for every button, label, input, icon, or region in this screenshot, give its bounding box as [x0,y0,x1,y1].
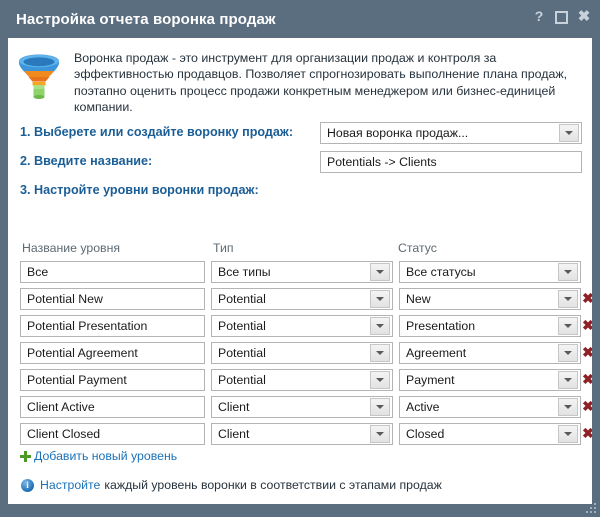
chevron-down-icon[interactable] [558,371,578,389]
level-type-value: Potential [218,292,266,306]
resize-grip[interactable] [585,502,597,514]
level-type-select[interactable]: Client [211,423,393,445]
level-status-value: Все статусы [406,265,476,279]
chevron-down-icon[interactable] [558,290,578,308]
delete-row-button[interactable]: ✖ [581,344,592,360]
column-header-type: Тип [213,241,234,255]
table-row: Все типы Все статусы [8,259,592,285]
description-block: Воронка продаж - это инструмент для орга… [16,50,582,115]
level-status-value: Active [406,400,440,414]
chevron-down-icon[interactable] [370,371,390,389]
column-header-status: Статус [398,241,437,255]
delete-row-button[interactable]: ✖ [581,371,592,387]
level-status-value: New [406,292,431,306]
table-row: Potential Payment ✖ [8,367,592,393]
hint-text: каждый уровень воронки в соответствии с … [104,478,442,492]
level-name-input[interactable] [20,315,205,337]
table-row: Client Closed ✖ [8,421,592,447]
level-status-select[interactable]: Payment [399,369,581,391]
plus-icon [20,450,31,462]
delete-row-button[interactable]: ✖ [581,398,592,414]
level-status-select[interactable]: Agreement [399,342,581,364]
level-type-value: Potential [218,373,266,387]
chevron-down-icon[interactable] [370,398,390,416]
description-text: Воронка продаж - это инструмент для орга… [74,51,568,114]
step-2-label: 2. Введите название: [20,154,153,168]
table-row: Potential New ✖ [8,286,592,312]
level-type-select[interactable]: Potential [211,315,393,337]
maximize-button[interactable] [555,11,568,24]
table-row: Potential Presentation ✖ [8,313,592,339]
level-status-select[interactable]: Presentation [399,315,581,337]
chevron-down-icon[interactable] [558,263,578,281]
add-level-link[interactable]: Добавить новый уровень [20,449,177,463]
delete-row-button[interactable]: ✖ [581,317,592,333]
level-status-select[interactable]: Active [399,396,581,418]
level-name-input[interactable] [20,369,205,391]
chevron-down-icon[interactable] [558,344,578,362]
chevron-down-icon[interactable] [370,344,390,362]
column-header-name: Название уровня [22,241,121,255]
window-titlebar[interactable]: Настройка отчета воронка продаж ? ✖ [0,0,600,38]
level-name-input[interactable] [20,396,205,418]
funnel-name-input[interactable] [320,151,582,173]
level-type-value: Все типы [218,265,271,279]
funnel-report-settings-window: Настройка отчета воронка продаж ? ✖ Воро… [0,0,600,517]
level-type-select[interactable]: Все типы [211,261,393,283]
chevron-down-icon[interactable] [370,425,390,443]
level-status-value: Closed [406,427,445,441]
level-type-value: Potential [218,346,266,360]
dialog-body: Воронка продаж - это инструмент для орга… [8,38,592,504]
level-type-value: Client [218,427,250,441]
sales-funnel-icon [16,52,62,102]
level-status-value: Agreement [406,346,467,360]
funnel-select[interactable]: Новая воронка продаж... [320,122,582,144]
chevron-down-icon[interactable] [558,425,578,443]
hint-link[interactable]: Настройте [40,478,100,492]
level-type-select[interactable]: Client [211,396,393,418]
level-status-select[interactable]: Все статусы [399,261,581,283]
level-type-value: Client [218,400,250,414]
level-status-value: Payment [406,373,455,387]
window-title: Настройка отчета воронка продаж [16,10,276,28]
chevron-down-icon[interactable] [559,124,579,142]
chevron-down-icon[interactable] [370,290,390,308]
hint-row: i Настройте каждый уровень воронки в соо… [21,478,442,492]
chevron-down-icon[interactable] [558,398,578,416]
level-status-select[interactable]: Closed [399,423,581,445]
level-name-input[interactable] [20,342,205,364]
chevron-down-icon[interactable] [558,317,578,335]
delete-row-button[interactable]: ✖ [581,290,592,306]
level-type-select[interactable]: Potential [211,288,393,310]
level-name-input[interactable] [20,261,205,283]
chevron-down-icon[interactable] [370,263,390,281]
level-status-value: Presentation [406,319,476,333]
table-row: Client Active ✖ [8,394,592,420]
funnel-select-value: Новая воронка продаж... [327,126,469,140]
add-level-label: Добавить новый уровень [34,449,178,463]
level-name-input[interactable] [20,288,205,310]
table-row: Potential Agreement ✖ [8,340,592,366]
step-3-label: 3. Настройте уровни воронки продаж: [20,183,259,197]
level-status-select[interactable]: New [399,288,581,310]
level-type-select[interactable]: Potential [211,369,393,391]
window-controls: ? ✖ [532,9,591,24]
chevron-down-icon[interactable] [370,317,390,335]
level-type-value: Potential [218,319,266,333]
info-icon: i [21,478,34,492]
level-type-select[interactable]: Potential [211,342,393,364]
step-1-label: 1. Выберете или создайте воронку продаж: [20,125,294,139]
help-button[interactable]: ? [532,9,546,24]
delete-row-button[interactable]: ✖ [581,425,592,441]
close-button[interactable]: ✖ [577,9,591,24]
level-name-input[interactable] [20,423,205,445]
